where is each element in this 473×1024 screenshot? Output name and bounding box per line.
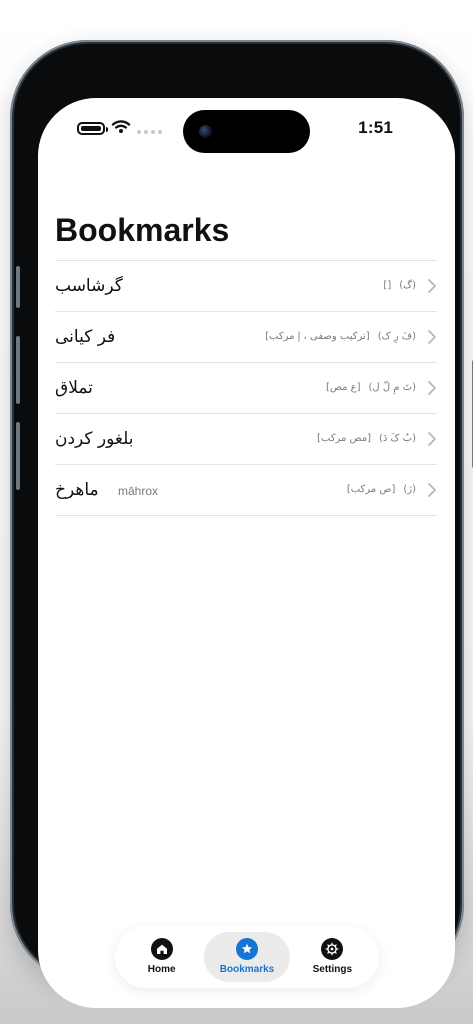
star-icon	[235, 938, 258, 960]
bookmark-details: [ص مرکب] (ژ)	[347, 483, 416, 497]
pronunciation-label: (بُ کَ دَ)	[379, 433, 416, 444]
grammar-tag: [ترکیب وصفی ، إ مرکب]	[265, 331, 370, 342]
signal-dot	[158, 130, 162, 134]
bookmark-row[interactable]: گرشاسب [] (گ)	[55, 261, 437, 312]
chevron-right-icon	[428, 330, 436, 344]
chevron-right-icon	[428, 279, 436, 293]
gear-icon	[321, 938, 344, 960]
tab-bar: Home Bookmarks Settings	[115, 926, 379, 988]
star-glyph	[241, 943, 253, 954]
tab-label-bookmarks: Bookmarks	[219, 964, 275, 975]
status-bar: 1:51	[38, 98, 455, 160]
bookmark-word: ماهرخ	[55, 480, 99, 500]
chevron-right-icon	[428, 381, 436, 395]
camera-icon	[199, 125, 212, 138]
signal-dots-icon	[137, 130, 162, 134]
page-title: Bookmarks	[55, 212, 230, 248]
battery-level	[81, 126, 101, 131]
pronunciation-label: (فَ رِ ک)	[377, 331, 416, 342]
pronunciation-label: (گ)	[399, 280, 416, 291]
status-time: 1:51	[358, 118, 393, 137]
tab-bookmarks[interactable]: Bookmarks	[204, 932, 290, 982]
bookmark-word: تملاق	[55, 378, 93, 398]
signal-dot	[137, 130, 141, 134]
grammar-tag: [ع مص]	[325, 382, 361, 393]
pronunciation-label: (تَ مِ لّ ل)	[368, 382, 416, 393]
bookmark-details: [مص مرکب] (بُ کَ دَ)	[317, 432, 416, 446]
bookmark-row[interactable]: تملاق [ع مص] (تَ مِ لّ ل)	[55, 363, 437, 414]
bookmark-row[interactable]: ماهرخ māhrox [ص مرکب] (ژ)	[55, 465, 437, 516]
pronunciation-label: (ژ)	[403, 484, 416, 495]
phone-frame: 1:51 Bookmarks گرشاسب [] (گ) فر کیانی [ت…	[10, 40, 473, 1008]
home-icon	[150, 938, 173, 960]
bookmark-row[interactable]: بلغور کردن [مص مرکب] (بُ کَ دَ)	[55, 414, 437, 465]
tab-label-settings: Settings	[312, 964, 353, 975]
grammar-tag: []	[383, 280, 392, 291]
tab-label-home: Home	[147, 964, 176, 975]
grammar-tag: [ص مرکب]	[346, 484, 396, 495]
volume-up-button	[16, 336, 20, 404]
gear-glyph	[325, 942, 339, 956]
home-glyph	[156, 944, 167, 954]
bookmark-details: [ع مص] (تَ مِ لّ ل)	[326, 381, 416, 395]
app-screen: 1:51 Bookmarks گرشاسب [] (گ) فر کیانی [ت…	[38, 98, 455, 1008]
wifi-icon	[111, 120, 131, 133]
bookmark-details: [] (گ)	[383, 279, 416, 293]
action-button	[16, 266, 20, 308]
bookmark-details: [ترکیب وصفی ، إ مرکب] (فَ رِ ک)	[265, 330, 416, 344]
bookmark-word: گرشاسب	[55, 276, 123, 296]
bookmark-list: گرشاسب [] (گ) فر کیانی [ترکیب وصفی ، إ م…	[55, 260, 437, 516]
bookmark-row[interactable]: فر کیانی [ترکیب وصفی ، إ مرکب] (فَ رِ ک)	[55, 312, 437, 363]
chevron-right-icon	[428, 483, 436, 497]
signal-dot	[151, 130, 155, 134]
battery-icon	[77, 122, 108, 135]
signal-dot	[144, 130, 148, 134]
chevron-right-icon	[428, 432, 436, 446]
bookmark-transliteration: māhrox	[118, 484, 159, 498]
volume-down-button	[16, 422, 20, 490]
grammar-tag: [مص مرکب]	[316, 433, 372, 444]
dynamic-island	[183, 110, 310, 153]
tab-home[interactable]: Home	[119, 932, 204, 982]
bookmark-word: فر کیانی	[55, 327, 116, 347]
tab-settings[interactable]: Settings	[290, 932, 375, 982]
bookmark-word: بلغور کردن	[55, 429, 134, 449]
